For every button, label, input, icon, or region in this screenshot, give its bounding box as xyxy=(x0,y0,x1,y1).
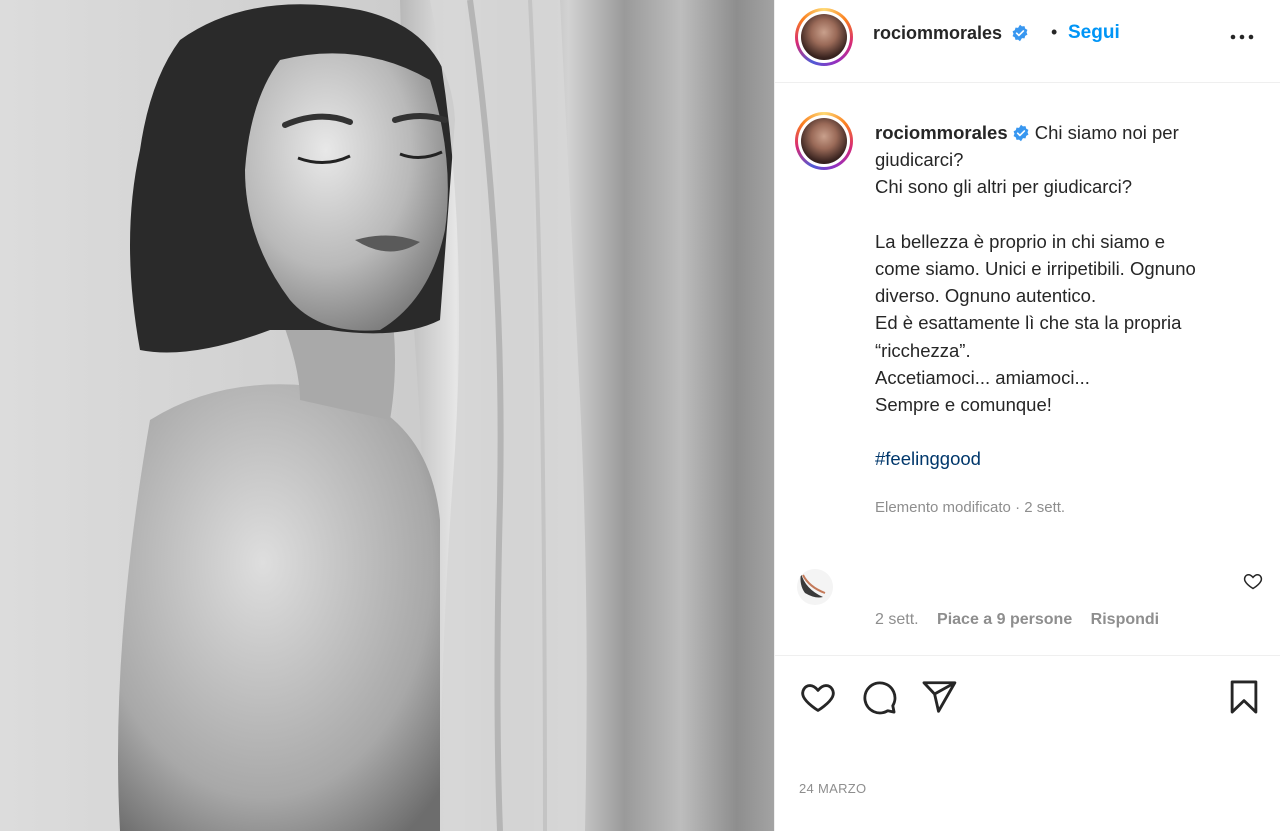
separator-dot: • xyxy=(1051,22,1058,42)
caption-line: diverso. Ognuno autentico. xyxy=(875,285,1097,307)
author-avatar[interactable] xyxy=(795,8,853,66)
post-photo[interactable] xyxy=(0,0,774,831)
author-username[interactable]: rociommorales xyxy=(873,23,1029,44)
comment-likes-link[interactable]: Piace a 9 persone xyxy=(937,611,1072,628)
comment-heart-icon[interactable] xyxy=(1243,571,1263,591)
caption-blank-line xyxy=(875,418,1255,445)
caption-line: La bellezza è proprio in chi siamo e xyxy=(875,230,1165,252)
caption-line: giudicarci? xyxy=(875,149,964,171)
username-text[interactable]: rociommorales xyxy=(873,23,1002,43)
bookmark-icon[interactable] xyxy=(1225,678,1263,716)
comments-section: rociommorales Chi siamo noi per giudicar… xyxy=(775,84,1280,654)
caption-line: Accetiamoci... amiamoci... xyxy=(875,366,1090,388)
comment-time: 2 sett. xyxy=(875,611,919,628)
hashtag-link[interactable]: #feelinggood xyxy=(875,448,981,469)
caption-blank-line xyxy=(875,201,1255,228)
caption-author-avatar[interactable] xyxy=(795,112,853,170)
caption-username[interactable]: rociommorales xyxy=(875,122,1008,143)
caption-line: Chi sono gli altri per giudicarci? xyxy=(875,176,1133,198)
commenter-avatar[interactable] xyxy=(797,569,833,605)
post-caption: rociommorales Chi siamo noi per giudicar… xyxy=(875,119,1255,473)
post-side-panel: rociommorales • Segui rociommorales Chi … xyxy=(774,0,1280,831)
comment-icon[interactable] xyxy=(860,678,898,716)
verified-badge-icon xyxy=(1013,124,1029,142)
post-actions-bar: 24 MARZO xyxy=(775,655,1280,831)
share-icon[interactable] xyxy=(920,678,958,716)
caption-line: “ricchezza”. xyxy=(875,339,971,361)
post-date[interactable]: 24 MARZO xyxy=(799,781,866,796)
follow-button[interactable]: Segui xyxy=(1068,22,1120,44)
caption-line: come siamo. Unici e irripetibili. Ognuno xyxy=(875,258,1196,279)
comment-meta: 2 sett. Piace a 9 persone Rispondi xyxy=(875,611,1173,629)
caption-line: Sempre e comunque! xyxy=(875,394,1052,416)
caption-line: Chi siamo noi per xyxy=(1034,122,1179,143)
heart-icon[interactable] xyxy=(799,678,837,716)
post-header: rociommorales • Segui xyxy=(775,0,1280,83)
reply-button[interactable]: Rispondi xyxy=(1091,611,1159,628)
verified-badge-icon xyxy=(1012,24,1028,42)
edited-timestamp: Elemento modificato · 2 sett. xyxy=(875,499,1066,516)
more-options-icon[interactable] xyxy=(1227,22,1257,52)
post-photo-illustration xyxy=(0,0,774,831)
caption-line: Ed è esattamente lì che sta la propria xyxy=(875,312,1182,334)
